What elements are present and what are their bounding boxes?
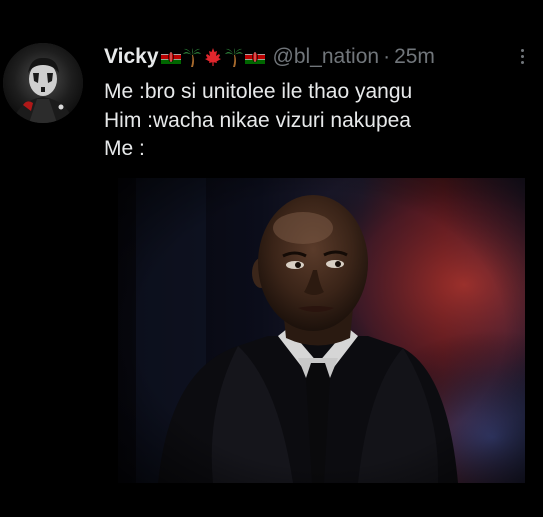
tweet[interactable]: Vicky @bl_nation · 25m Me:bro si unitol… <box>0 0 543 517</box>
tweet-text: Me :bro si unitolee ile thao yangu Him :… <box>104 78 524 164</box>
avatar-image <box>3 43 83 123</box>
name-emojis <box>160 47 265 67</box>
header-separator: · <box>383 45 391 68</box>
tweet-line: Me :bro si unitolee ile thao yangu <box>104 80 413 103</box>
more-options-icon[interactable] <box>513 44 531 68</box>
palm-tree-icon <box>182 48 201 67</box>
tweet-header: Vicky @bl_nation · 25m <box>104 42 533 72</box>
kenya-flag-icon <box>244 50 265 64</box>
user-handle[interactable]: @bl_nation <box>273 45 380 69</box>
tweet-line: Him :wacha nikae vizuri nakupea <box>104 108 411 132</box>
avatar[interactable] <box>3 43 83 123</box>
timestamp[interactable]: 25m <box>394 45 435 69</box>
tweet-line: Me : <box>104 137 145 160</box>
media-photo <box>118 178 525 483</box>
palm-tree-icon <box>224 48 243 67</box>
kenya-flag-icon <box>160 50 181 64</box>
maple-leaf-icon <box>204 48 221 66</box>
tweet-media-image[interactable] <box>118 178 525 483</box>
display-name[interactable]: Vicky <box>104 45 159 69</box>
